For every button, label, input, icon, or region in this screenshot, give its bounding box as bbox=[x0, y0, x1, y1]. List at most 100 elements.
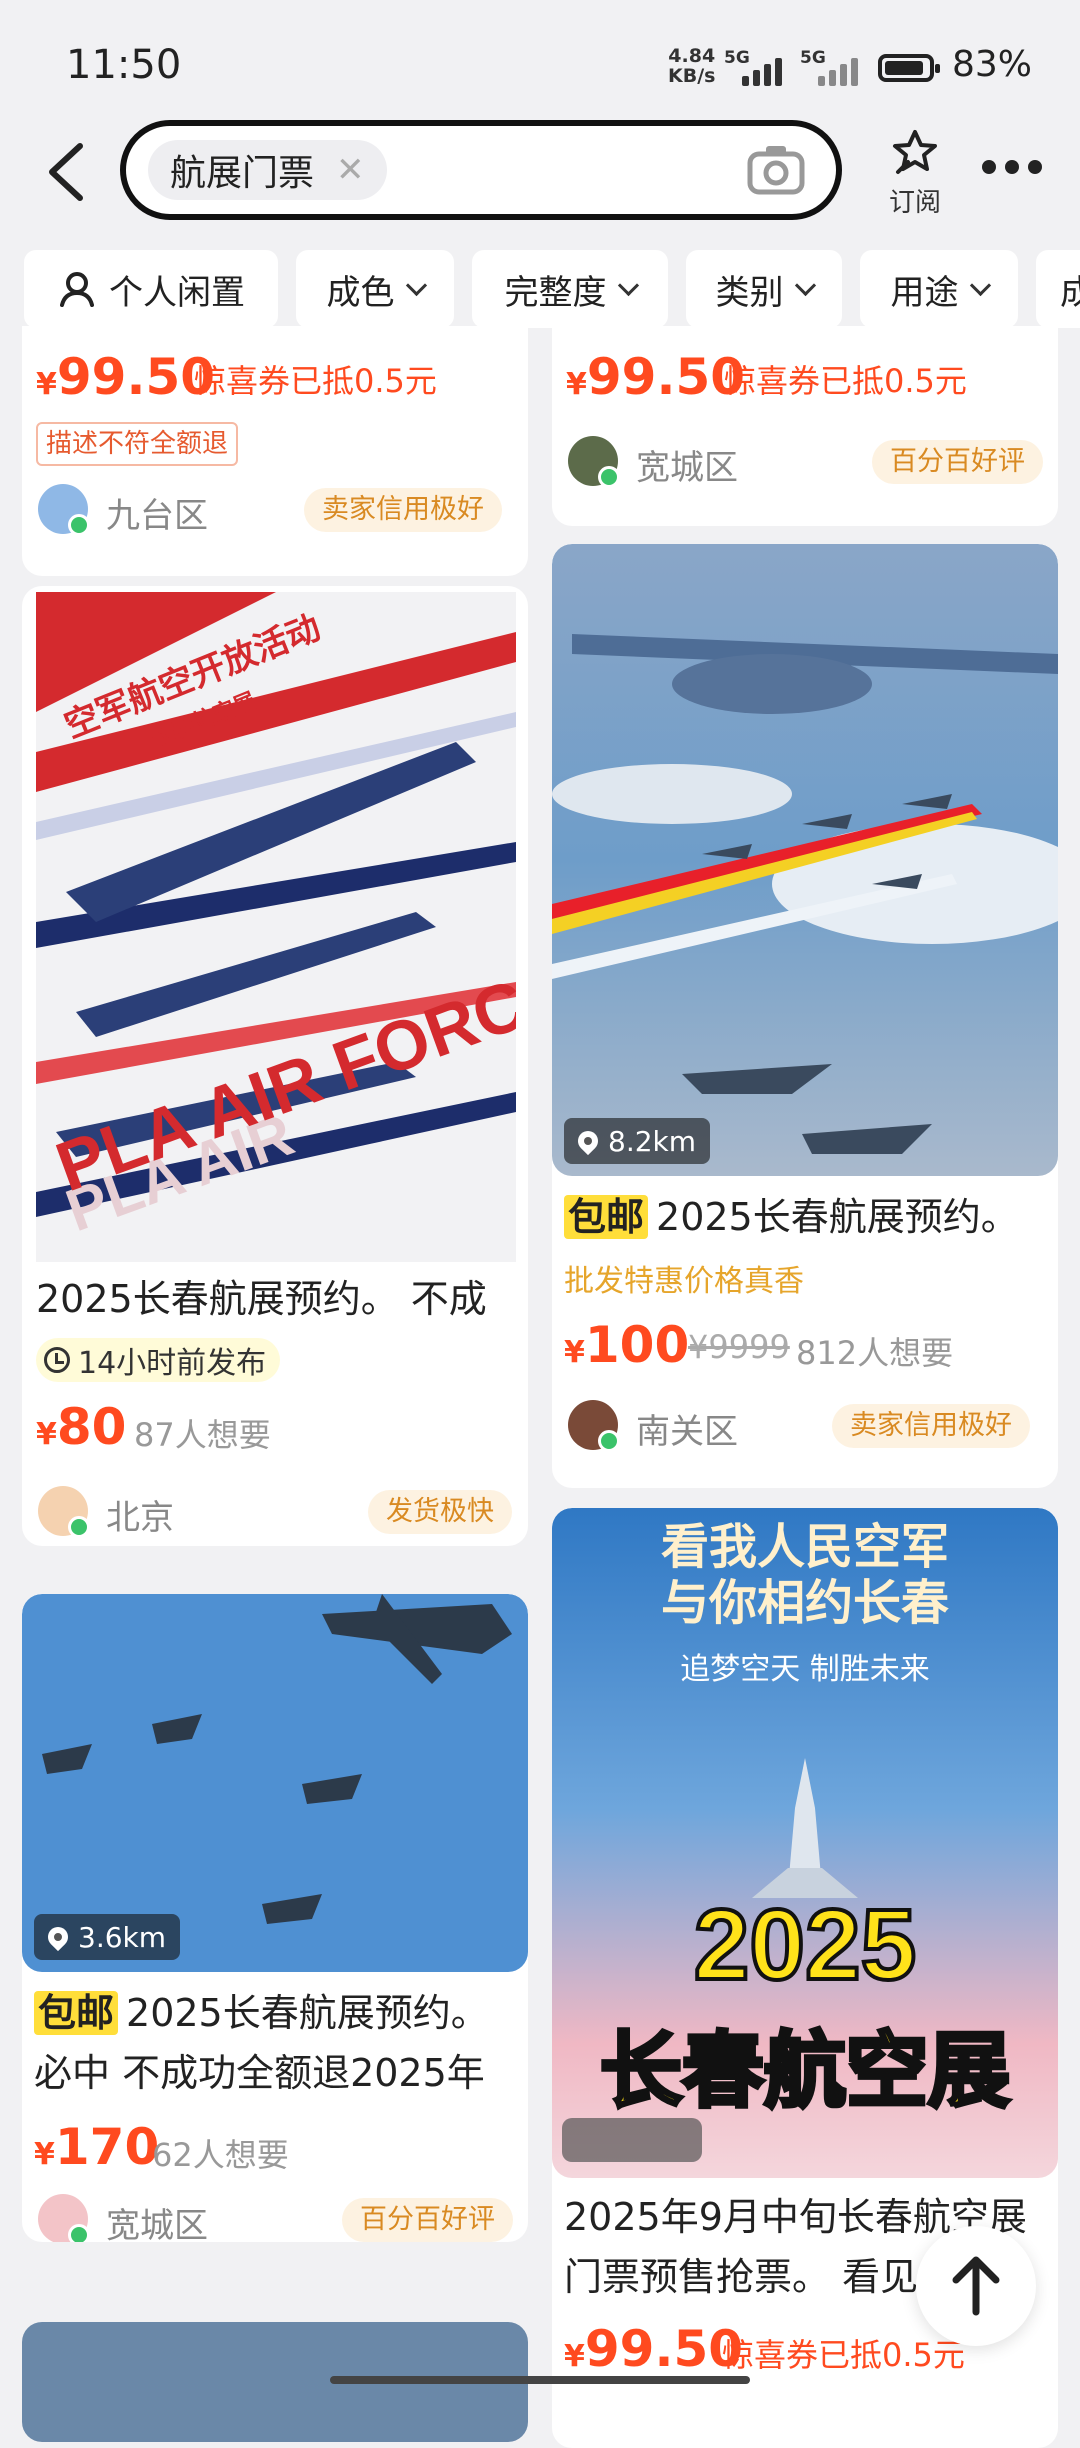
avatar[interactable] bbox=[38, 484, 90, 536]
distance-chip: 3.6km bbox=[34, 1914, 181, 1960]
price: ¥99.50 bbox=[36, 348, 215, 406]
listing-title: 包邮 2025长春航展预约。 bbox=[34, 1984, 524, 2042]
listing-title-text: 2025长春航展预约。 bbox=[656, 1195, 1019, 1239]
signal-icon bbox=[742, 52, 794, 86]
filter-bar: 个人闲置 成色 完整度 类别 用途 成 bbox=[0, 250, 1080, 330]
clear-query-icon[interactable]: ✕ bbox=[336, 150, 365, 190]
price: ¥80 bbox=[36, 1398, 126, 1456]
listing-card-r0[interactable]: ¥99.50 惊喜券已抵0.5元 宽城区 百分百好评 bbox=[552, 326, 1058, 526]
want-count: 62人想要 bbox=[152, 2136, 289, 2174]
price: ¥170 bbox=[34, 2118, 159, 2176]
want-count: 812人想要 bbox=[796, 1334, 954, 1372]
currency: ¥ bbox=[564, 2339, 585, 2374]
currency: ¥ bbox=[564, 1335, 585, 1370]
online-dot bbox=[598, 466, 620, 488]
filter-label: 完整度 bbox=[504, 272, 607, 313]
listing-card-l0[interactable]: ¥99.50 惊喜券已抵0.5元 描述不符全额退 九台区 卖家信用极好 bbox=[22, 326, 528, 576]
seller-location: 北京 bbox=[106, 1498, 174, 1538]
price-value: 80 bbox=[56, 1398, 127, 1456]
original-price: ¥9999 bbox=[688, 1328, 790, 1366]
location-pin-icon bbox=[573, 1126, 603, 1156]
filter-category[interactable]: 类别 bbox=[686, 250, 842, 328]
filter-label: 个人闲置 bbox=[109, 272, 245, 313]
listing-card-r1[interactable]: 8.2km 包邮 2025长春航展预约。 批发特惠价格真香 ¥100 ¥9999 … bbox=[552, 544, 1058, 1488]
price-value: 99.50 bbox=[586, 348, 746, 406]
listing-card-l1[interactable]: PLA AIR 空军航空开放活动 长春航空展 PLA AIR FORCE 202… bbox=[22, 586, 528, 1546]
refund-tag: 描述不符全额退 bbox=[36, 422, 239, 466]
seller-badge: 百分百好评 bbox=[872, 440, 1043, 484]
subscribe-button[interactable]: 订阅 bbox=[880, 128, 950, 219]
want-count: 87人想要 bbox=[134, 1416, 271, 1454]
listing-image bbox=[552, 544, 1058, 1176]
listing-image: 看我人民空军 与你相约长春 追梦空天 制胜未来 2025 长春航空展 bbox=[552, 1508, 1058, 2178]
coupon-text: 惊喜券已抵0.5元 bbox=[194, 362, 437, 400]
price-value: 100 bbox=[584, 1316, 690, 1374]
chevron-down-icon bbox=[405, 274, 427, 296]
avatar[interactable] bbox=[568, 1400, 620, 1452]
poster-year: 2025 bbox=[692, 1887, 918, 2003]
price: ¥100 bbox=[564, 1316, 689, 1374]
price: ¥99.50 bbox=[566, 348, 745, 406]
free-shipping-tag: 包邮 bbox=[564, 1195, 649, 1239]
seller-location: 宽城区 bbox=[636, 448, 738, 488]
currency: ¥ bbox=[36, 367, 57, 402]
seller-location: 九台区 bbox=[106, 496, 208, 536]
seller-location: 南关区 bbox=[636, 1412, 738, 1452]
poster-line-2: 与你相约长春 bbox=[660, 1575, 949, 1631]
distance-chip: 8.2km bbox=[564, 1118, 711, 1164]
price-value: 99.50 bbox=[56, 348, 216, 406]
filter-more[interactable]: 成 bbox=[1036, 250, 1080, 328]
coupon-text: 惊喜券已抵0.5元 bbox=[724, 362, 967, 400]
online-dot bbox=[68, 1516, 90, 1538]
more-menu-icon[interactable] bbox=[982, 160, 1042, 180]
search-query: 航展门票 bbox=[170, 153, 315, 194]
search-box[interactable]: 航展门票 ✕ bbox=[120, 120, 842, 220]
chevron-down-icon bbox=[794, 274, 816, 296]
currency: ¥ bbox=[566, 367, 587, 402]
avatar[interactable] bbox=[38, 1486, 90, 1538]
promo-tagline: 批发特惠价格真香 bbox=[564, 1264, 804, 1299]
poster-title: 长春航空展 bbox=[598, 2022, 1012, 2121]
search-query-chip[interactable]: 航展门票 ✕ bbox=[148, 140, 387, 200]
price-value: 170 bbox=[54, 2118, 160, 2176]
avatar[interactable] bbox=[568, 436, 620, 488]
arrow-up-icon bbox=[952, 2256, 1000, 2316]
listing-card-l2[interactable]: 3.6km 包邮 2025长春航展预约。 必中 不成功全额退2025年 ¥170 … bbox=[22, 1594, 528, 2242]
status-time: 11:50 bbox=[66, 42, 182, 88]
distance-text: 8.2km bbox=[608, 1124, 697, 1158]
location-pin-icon bbox=[43, 1922, 73, 1952]
filter-label: 类别 bbox=[715, 272, 784, 313]
currency: ¥ bbox=[36, 1417, 57, 1452]
filter-usage[interactable]: 用途 bbox=[860, 250, 1018, 328]
online-dot bbox=[68, 2224, 90, 2242]
free-shipping-tag: 包邮 bbox=[34, 1991, 119, 2035]
back-arrow-icon[interactable] bbox=[40, 140, 96, 204]
back-to-top-button[interactable] bbox=[916, 2226, 1036, 2346]
status-bar: 11:50 4.84 KB/s 5G 5G 83% bbox=[0, 0, 1080, 120]
poster-line-1: 看我人民空军 bbox=[660, 1519, 949, 1575]
battery-icon bbox=[878, 54, 940, 82]
seller-badge: 发货极快 bbox=[368, 1490, 512, 1534]
filter-label: 成 bbox=[1060, 272, 1080, 313]
seller-badge: 卖家信用极好 bbox=[304, 488, 502, 532]
network-speed: 4.84 KB/s bbox=[668, 46, 715, 86]
online-dot bbox=[68, 514, 90, 536]
camera-icon[interactable] bbox=[746, 142, 806, 198]
listing-title-line2: 必中 不成功全额退2025年 bbox=[34, 2051, 485, 2095]
filter-completeness[interactable]: 完整度 bbox=[472, 250, 668, 328]
home-indicator[interactable] bbox=[330, 2376, 750, 2384]
filter-label: 用途 bbox=[890, 272, 959, 313]
publish-time: 14小时前发布 bbox=[36, 1338, 281, 1382]
filter-personal-idle[interactable]: 个人闲置 bbox=[24, 250, 278, 328]
distance-text: 3.6km bbox=[78, 1920, 167, 1954]
seller-badge: 百分百好评 bbox=[342, 2198, 513, 2242]
battery-percent: 83% bbox=[952, 44, 1033, 85]
listing-title: 包邮 2025长春航展预约。 bbox=[564, 1188, 1054, 1246]
chevron-down-icon bbox=[617, 274, 639, 296]
filter-condition[interactable]: 成色 bbox=[296, 250, 454, 328]
air-show-photo bbox=[552, 544, 1058, 1176]
person-icon bbox=[60, 272, 94, 307]
avatar[interactable] bbox=[38, 2194, 90, 2242]
filter-label: 成色 bbox=[326, 272, 395, 313]
net-speed-unit: KB/s bbox=[668, 65, 716, 87]
